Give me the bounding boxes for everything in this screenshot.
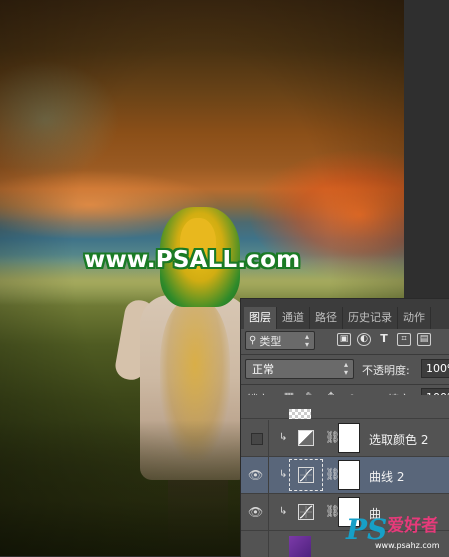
logo-cn-text: 爱好者: [387, 516, 439, 536]
type-filter-icon[interactable]: T: [377, 333, 391, 346]
layer-name[interactable]: 选取颜色 2: [369, 431, 428, 448]
curves-graph-icon: [299, 505, 313, 519]
divider: [241, 354, 449, 355]
search-icon: ⚲: [249, 335, 257, 346]
divider: [241, 384, 449, 385]
curves-graph-icon: [299, 468, 313, 482]
eye-icon[interactable]: 👁︎: [248, 468, 263, 482]
layer-mask-thumbnail[interactable]: [338, 423, 360, 453]
layer-filter-select[interactable]: ⚲ 类型 ▴ ▾: [245, 331, 315, 350]
opacity-input[interactable]: 100%: [421, 359, 449, 378]
visibility-toggle-off[interactable]: [251, 433, 263, 445]
divider: [268, 457, 269, 494]
curves-adjustment-icon: [298, 504, 314, 520]
blend-mode-value: 正常: [252, 363, 274, 376]
selective-color-adjustment-icon: [298, 430, 314, 446]
filter-icons: ▣ ◐ T ⌗ ▤: [337, 333, 431, 346]
layer-filter-value: 类型: [259, 334, 282, 348]
clipping-arrow-icon: ↳: [279, 432, 288, 443]
layer-row[interactable]: ↳ ⛓︎ 选取颜色 2: [241, 420, 449, 457]
divider: [268, 531, 269, 557]
smart-object-filter-icon[interactable]: ▤: [417, 333, 431, 346]
divider: [268, 494, 269, 531]
eye-icon[interactable]: 👁︎: [248, 505, 263, 519]
layer-thumbnail: [289, 409, 311, 419]
clipping-arrow-icon: ↳: [279, 469, 288, 480]
divider: [268, 420, 269, 457]
image-filter-icon[interactable]: ▣: [337, 333, 351, 346]
blend-mode-select[interactable]: 正常 ▴ ▾: [245, 359, 354, 379]
layer-row-partial[interactable]: [241, 395, 449, 419]
blend-row: 正常 ▴▾ 不透明度: 100%: [241, 357, 449, 383]
tab-history[interactable]: 历史记录: [343, 307, 398, 329]
layer-thumbnail: [289, 536, 311, 557]
tab-layers[interactable]: 图层: [244, 307, 277, 329]
curves-adjustment-icon: [298, 467, 314, 483]
logo-url: www.psahz.com: [375, 541, 440, 550]
panel-tab-bar: 图层 通道 路径 历史记录 动作: [241, 299, 449, 329]
select-spinner-icon: ▴ ▾: [304, 332, 309, 349]
layer-mask-thumbnail[interactable]: [338, 460, 360, 490]
tab-actions[interactable]: 动作: [398, 307, 431, 329]
filter-row: ⚲ 类型 ▴ ▾ ▣ ◐ T ⌗ ▤: [241, 329, 449, 355]
site-watermark: www.PSALL.com: [84, 247, 301, 273]
layer-name[interactable]: 曲线 2: [369, 468, 404, 485]
tab-channels[interactable]: 通道: [277, 307, 310, 329]
select-spinner-icon: ▴ ▾: [343, 360, 348, 377]
layer-row-selected[interactable]: 👁︎ ↳ ⛓︎ 曲线 2: [241, 457, 449, 494]
shape-filter-icon[interactable]: ⌗: [397, 333, 411, 346]
adjustment-filter-icon[interactable]: ◐: [357, 333, 371, 346]
clipping-arrow-icon: ↳: [279, 506, 288, 517]
tab-paths[interactable]: 路径: [310, 307, 343, 329]
opacity-label: 不透明度:: [362, 364, 410, 377]
